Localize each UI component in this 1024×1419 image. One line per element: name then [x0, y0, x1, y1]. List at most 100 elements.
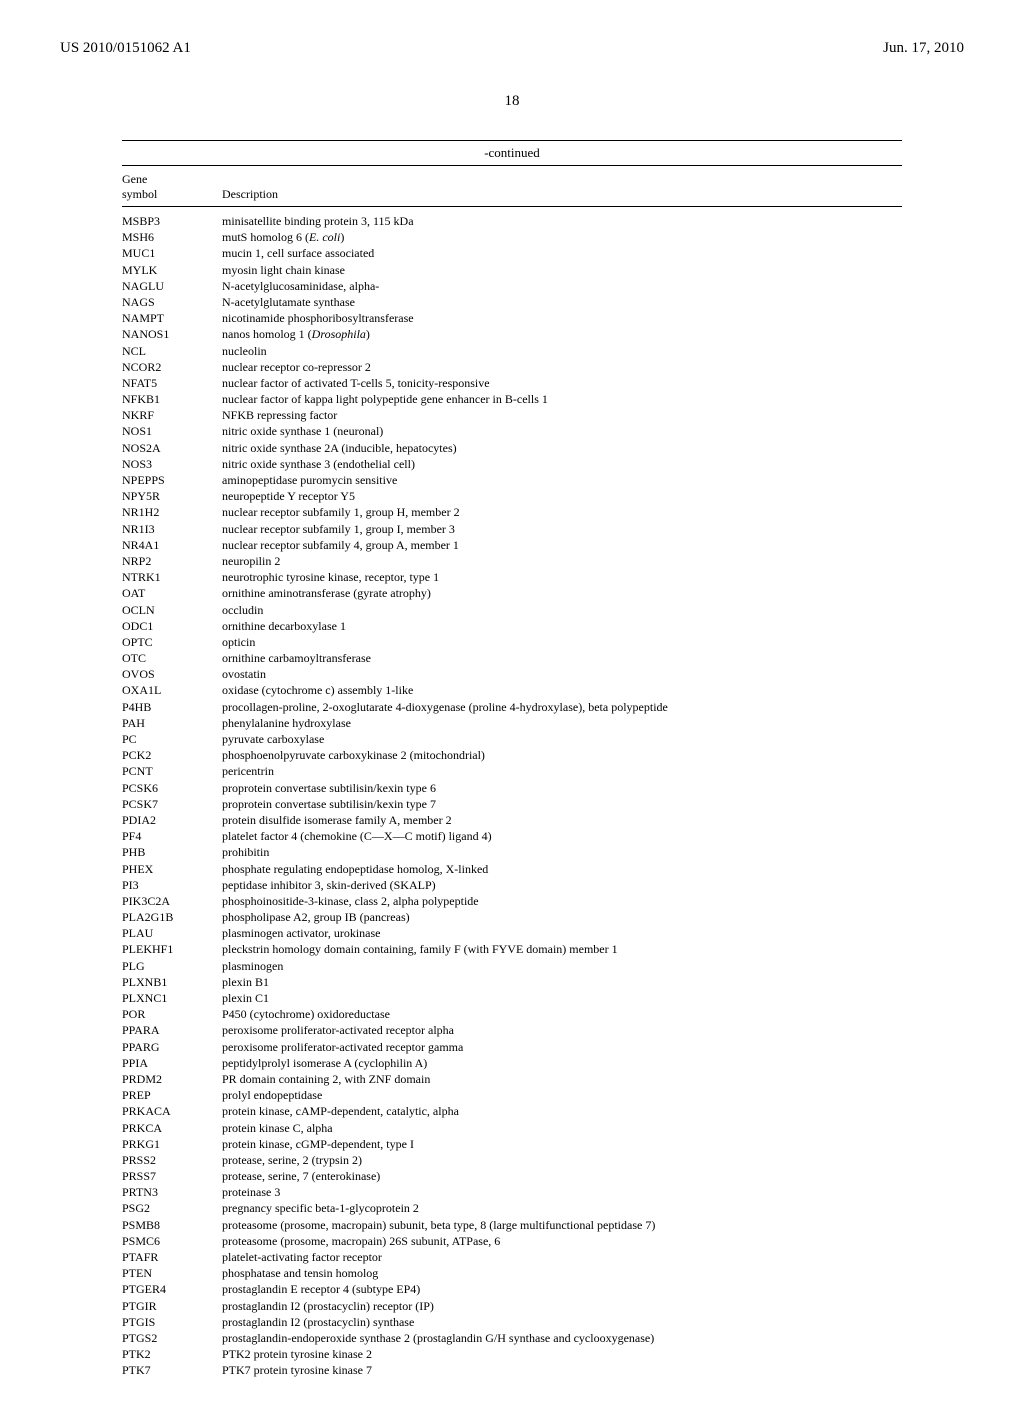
gene-description: protease, serine, 7 (enterokinase)	[222, 1168, 902, 1184]
table-row: PSMC6proteasome (prosome, macropain) 26S…	[122, 1233, 902, 1249]
gene-description: nucleolin	[222, 343, 902, 359]
gene-description: pericentrin	[222, 763, 902, 779]
gene-description: N-acetylglucosaminidase, alpha-	[222, 278, 902, 294]
gene-symbol: PTAFR	[122, 1249, 222, 1265]
gene-symbol: PDIA2	[122, 812, 222, 828]
gene-description: opticin	[222, 634, 902, 650]
gene-description: plexin C1	[222, 990, 902, 1006]
gene-symbol: PTGIS	[122, 1314, 222, 1330]
gene-description: pyruvate carboxylase	[222, 731, 902, 747]
table-row: PRKG1protein kinase, cGMP-dependent, typ…	[122, 1136, 902, 1152]
gene-description: peroxisome proliferator-activated recept…	[222, 1039, 902, 1055]
gene-symbol: PIK3C2A	[122, 893, 222, 909]
gene-description: plasminogen activator, urokinase	[222, 925, 902, 941]
page-header: US 2010/0151062 A1 Jun. 17, 2010	[60, 40, 964, 57]
col-header-description: Description	[222, 187, 902, 202]
table-row: PSG2pregnancy specific beta-1-glycoprote…	[122, 1200, 902, 1216]
gene-description: mucin 1, cell surface associated	[222, 245, 902, 261]
table-row: PRDM2PR domain containing 2, with ZNF do…	[122, 1071, 902, 1087]
gene-description: proprotein convertase subtilisin/kexin t…	[222, 780, 902, 796]
gene-symbol: NAMPT	[122, 310, 222, 326]
table-row: PLAUplasminogen activator, urokinase	[122, 925, 902, 941]
gene-description: neuropilin 2	[222, 553, 902, 569]
gene-symbol: PC	[122, 731, 222, 747]
gene-symbol: PRTN3	[122, 1184, 222, 1200]
table-row: PCSK6proprotein convertase subtilisin/ke…	[122, 780, 902, 796]
gene-table: -continued Gene symbol Description MSBP3…	[122, 140, 902, 1379]
gene-description: pregnancy specific beta-1-glycoprotein 2	[222, 1200, 902, 1216]
table-row: PTGS2prostaglandin-endoperoxide synthase…	[122, 1330, 902, 1346]
table-row: PRSS7protease, serine, 7 (enterokinase)	[122, 1168, 902, 1184]
gene-description: proprotein convertase subtilisin/kexin t…	[222, 796, 902, 812]
table-row: PLGplasminogen	[122, 958, 902, 974]
table-row: PLXNC1plexin C1	[122, 990, 902, 1006]
gene-description: neurotrophic tyrosine kinase, receptor, …	[222, 569, 902, 585]
gene-description: nitric oxide synthase 1 (neuronal)	[222, 423, 902, 439]
table-row: NR1I3nuclear receptor subfamily 1, group…	[122, 521, 902, 537]
gene-symbol: PTK7	[122, 1362, 222, 1378]
gene-description: proteasome (prosome, macropain) 26S subu…	[222, 1233, 902, 1249]
table-row: PPIApeptidylprolyl isomerase A (cyclophi…	[122, 1055, 902, 1071]
gene-description: nuclear factor of activated T-cells 5, t…	[222, 375, 902, 391]
gene-description: PTK2 protein tyrosine kinase 2	[222, 1346, 902, 1362]
table-row: PSMB8proteasome (prosome, macropain) sub…	[122, 1217, 902, 1233]
gene-symbol: OTC	[122, 650, 222, 666]
table-row: PLA2G1Bphospholipase A2, group IB (pancr…	[122, 909, 902, 925]
gene-symbol: MSH6	[122, 229, 222, 245]
table-row: NKRFNFKB repressing factor	[122, 407, 902, 423]
gene-symbol: NFAT5	[122, 375, 222, 391]
rule-top	[122, 140, 902, 141]
gene-description: proteinase 3	[222, 1184, 902, 1200]
table-row: PLXNB1plexin B1	[122, 974, 902, 990]
table-row: PTENphosphatase and tensin homolog	[122, 1265, 902, 1281]
continued-label: -continued	[122, 145, 902, 161]
gene-description: minisatellite binding protein 3, 115 kDa	[222, 213, 902, 229]
gene-symbol: NAGS	[122, 294, 222, 310]
gene-symbol: PTGIR	[122, 1298, 222, 1314]
gene-symbol: OAT	[122, 585, 222, 601]
gene-description: phospholipase A2, group IB (pancreas)	[222, 909, 902, 925]
table-row: PCNTpericentrin	[122, 763, 902, 779]
gene-description: prohibitin	[222, 844, 902, 860]
table-row: MSBP3minisatellite binding protein 3, 11…	[122, 213, 902, 229]
gene-description: protein kinase C, alpha	[222, 1120, 902, 1136]
table-row: NR1H2nuclear receptor subfamily 1, group…	[122, 504, 902, 520]
table-row: PHEXphosphate regulating endopeptidase h…	[122, 861, 902, 877]
gene-symbol: NKRF	[122, 407, 222, 423]
table-row: PI3peptidase inhibitor 3, skin-derived (…	[122, 877, 902, 893]
gene-symbol: PF4	[122, 828, 222, 844]
table-row: PRKCAprotein kinase C, alpha	[122, 1120, 902, 1136]
gene-symbol: NR4A1	[122, 537, 222, 553]
gene-description: peptidase inhibitor 3, skin-derived (SKA…	[222, 877, 902, 893]
gene-symbol: PRKG1	[122, 1136, 222, 1152]
page-number: 18	[60, 93, 964, 110]
table-row: OVOSovostatin	[122, 666, 902, 682]
table-row: NTRK1neurotrophic tyrosine kinase, recep…	[122, 569, 902, 585]
gene-symbol: PRKCA	[122, 1120, 222, 1136]
gene-symbol: PHEX	[122, 861, 222, 877]
table-row: PTK2PTK2 protein tyrosine kinase 2	[122, 1346, 902, 1362]
table-row: PPARAperoxisome proliferator-activated r…	[122, 1022, 902, 1038]
table-row: NAGSN-acetylglutamate synthase	[122, 294, 902, 310]
table-row: OXA1Loxidase (cytochrome c) assembly 1-l…	[122, 682, 902, 698]
table-row: MYLKmyosin light chain kinase	[122, 262, 902, 278]
gene-symbol: PPIA	[122, 1055, 222, 1071]
gene-symbol: NR1H2	[122, 504, 222, 520]
gene-description: procollagen-proline, 2-oxoglutarate 4-di…	[222, 699, 902, 715]
gene-description: prostaglandin E receptor 4 (subtype EP4)	[222, 1281, 902, 1297]
gene-description: phosphate regulating endopeptidase homol…	[222, 861, 902, 877]
gene-description: PTK7 protein tyrosine kinase 7	[222, 1362, 902, 1378]
gene-symbol: PRSS2	[122, 1152, 222, 1168]
gene-symbol: NOS3	[122, 456, 222, 472]
gene-description: oxidase (cytochrome c) assembly 1-like	[222, 682, 902, 698]
gene-symbol: OCLN	[122, 602, 222, 618]
table-row: PHBprohibitin	[122, 844, 902, 860]
gene-description: ovostatin	[222, 666, 902, 682]
gene-symbol: NOS1	[122, 423, 222, 439]
gene-symbol: PSMB8	[122, 1217, 222, 1233]
table-row: OTCornithine carbamoyltransferase	[122, 650, 902, 666]
gene-symbol: PCSK6	[122, 780, 222, 796]
gene-symbol: NR1I3	[122, 521, 222, 537]
gene-symbol: P4HB	[122, 699, 222, 715]
gene-description: mutS homolog 6 (E. coli)	[222, 229, 902, 245]
